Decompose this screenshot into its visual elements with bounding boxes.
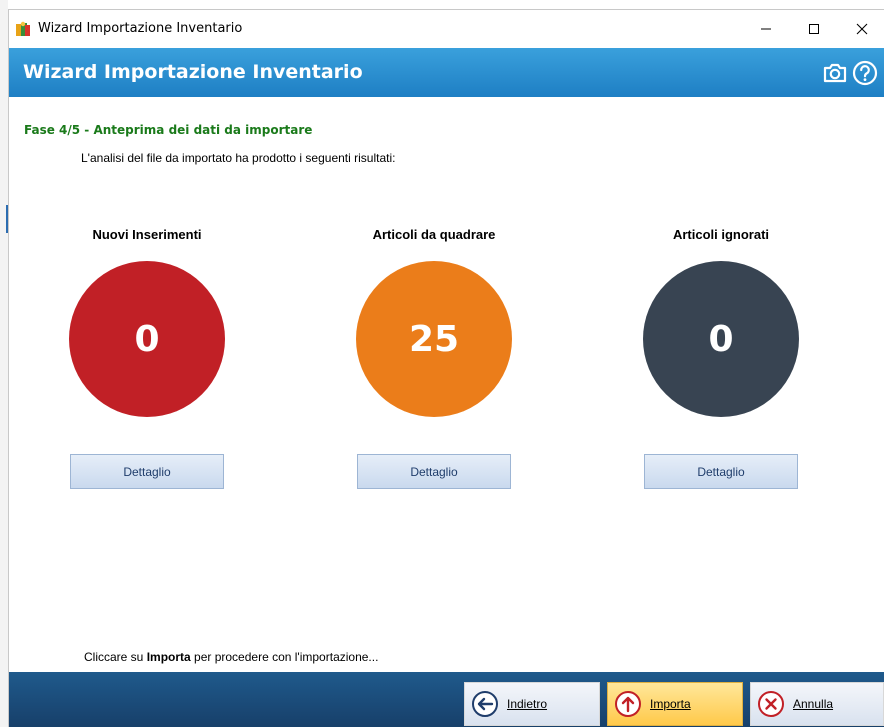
maximize-button[interactable] (791, 10, 837, 48)
stat-value: 0 (134, 318, 160, 360)
help-icon[interactable] (851, 59, 879, 87)
app-icon (16, 21, 30, 36)
stat-value: 25 (408, 318, 460, 360)
detail-button[interactable]: Dettaglio (644, 454, 798, 489)
hint-bold: Importa (146, 650, 191, 664)
banner-title: Wizard Importazione Inventario (23, 61, 363, 83)
camera-icon[interactable] (821, 59, 849, 87)
arrow-up-icon (615, 691, 641, 717)
wizard-window: Wizard Importazione Inventario Wizard Im… (8, 9, 884, 727)
stat-title: Articoli ignorati (672, 227, 770, 242)
maximize-icon (809, 24, 819, 34)
cancel-button[interactable]: Annulla (750, 682, 884, 726)
close-icon (856, 23, 868, 35)
import-button[interactable]: Importa (607, 682, 743, 726)
back-button[interactable]: Indietro (464, 682, 600, 726)
back-button-label: Indietro (507, 697, 548, 711)
detail-button[interactable]: Dettaglio (357, 454, 511, 489)
stat-articles-to-reconcile: Articoli da quadrare 25 Dettaglio (324, 227, 544, 489)
detail-button-label: Dettaglio (123, 464, 171, 479)
stat-circle: 0 (69, 261, 225, 417)
wizard-content: Fase 4/5 - Anteprima dei dati da importa… (9, 97, 884, 672)
detail-button[interactable]: Dettaglio (70, 454, 224, 489)
stat-circle: 0 (643, 261, 799, 417)
import-button-label: Importa (650, 697, 691, 711)
detail-button-label: Dettaglio (697, 464, 745, 479)
stat-title: Articoli da quadrare (372, 227, 496, 242)
footer-bar: Indietro Importa Annulla (9, 672, 884, 727)
cancel-icon (758, 691, 784, 717)
close-button[interactable] (839, 10, 884, 48)
analysis-description: L'analisi del file da importato ha prodo… (81, 151, 396, 165)
background-desktop-strip (0, 0, 8, 727)
title-bar[interactable]: Wizard Importazione Inventario (9, 10, 884, 48)
minimize-button[interactable] (743, 10, 789, 48)
minimize-icon (761, 28, 771, 30)
hint-prefix: Cliccare su (84, 650, 147, 664)
window-title: Wizard Importazione Inventario (38, 21, 243, 36)
stat-circle: 25 (356, 261, 512, 417)
header-banner: Wizard Importazione Inventario (9, 48, 884, 97)
arrow-left-icon (472, 691, 498, 717)
stat-new-insertions: Nuovi Inserimenti 0 Dettaglio (37, 227, 257, 489)
detail-button-label: Dettaglio (410, 464, 458, 479)
stat-title: Nuovi Inserimenti (92, 227, 202, 242)
hint-suffix: per procedere con l'importazione... (190, 650, 379, 664)
import-hint: Cliccare su Importa per procedere con l'… (84, 650, 378, 664)
phase-title: Fase 4/5 - Anteprima dei dati da importa… (24, 123, 313, 137)
cancel-button-label: Annulla (793, 697, 834, 711)
stat-ignored-articles: Articoli ignorati 0 Dettaglio (611, 227, 831, 489)
stat-value: 0 (708, 318, 734, 360)
